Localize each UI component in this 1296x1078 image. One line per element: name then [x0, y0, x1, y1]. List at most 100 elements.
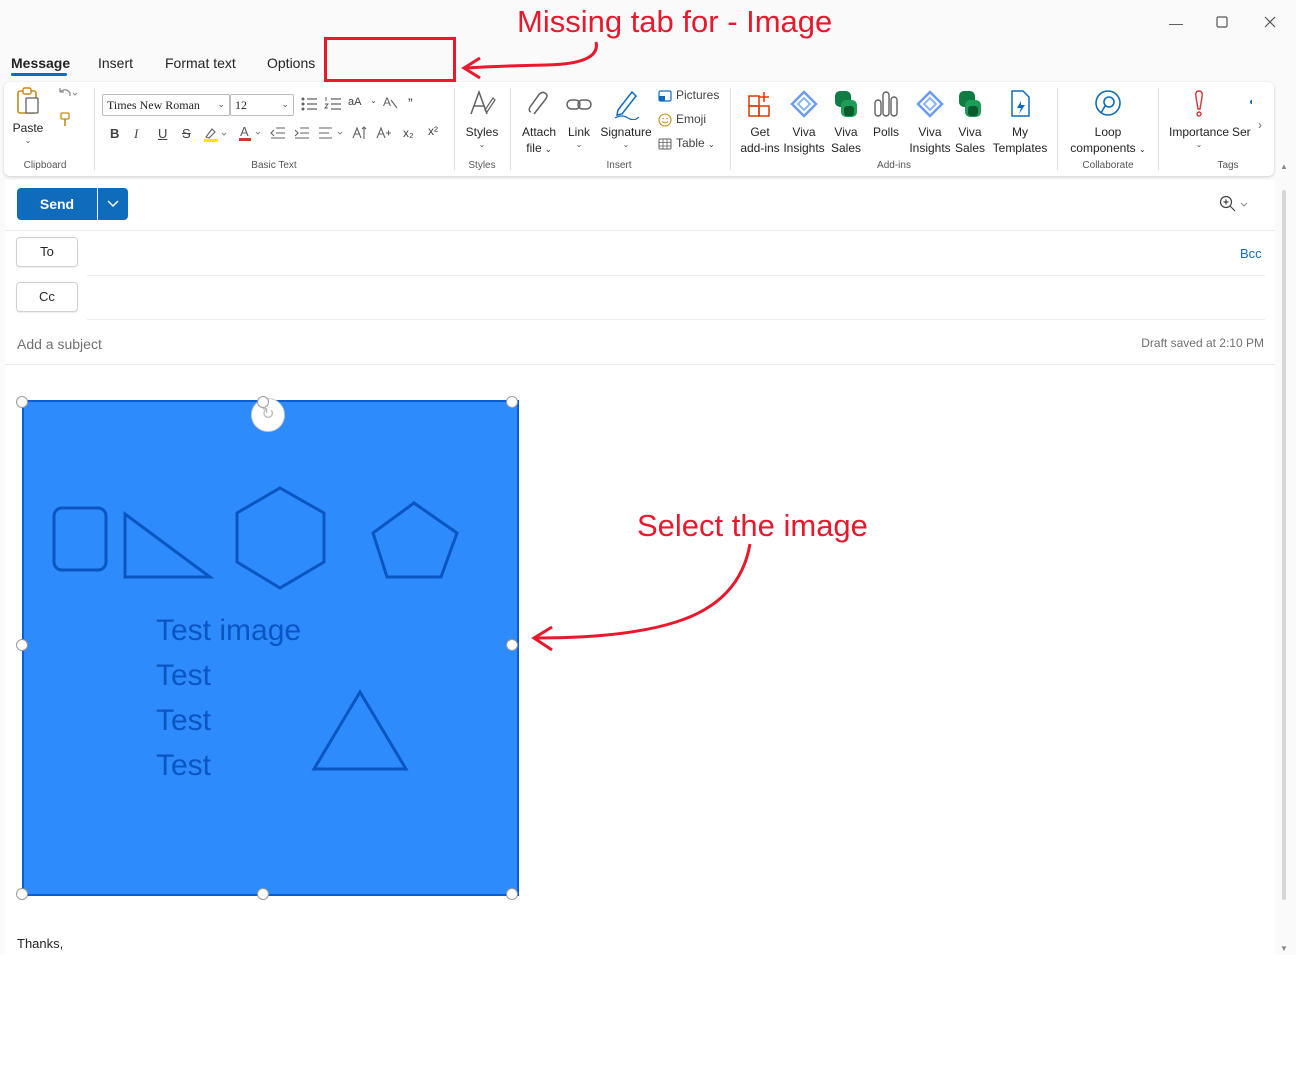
send-options-button[interactable]	[98, 188, 128, 220]
annotation-box	[324, 37, 456, 82]
resize-handle[interactable]	[506, 639, 518, 651]
chevron-down-icon: ⌄	[217, 100, 225, 110]
font-size-change-icon[interactable]: aA	[348, 96, 361, 108]
image-text-line: Test	[156, 749, 212, 782]
to-button[interactable]: To	[16, 237, 78, 267]
chevron-down-icon: ⌄	[24, 136, 32, 145]
my-templates-label-1: My	[1012, 125, 1028, 139]
tab-format-text[interactable]: Format text	[165, 55, 236, 71]
viva-sales-icon	[835, 91, 857, 117]
decrease-indent-icon[interactable]	[270, 126, 286, 143]
bullets-icon[interactable]	[300, 96, 318, 115]
ribbon-scroll-right-icon[interactable]: ›	[1258, 118, 1262, 132]
signature-button[interactable]: Signature ⌄	[598, 88, 654, 150]
font-name-dropdown[interactable]: Times New Roman ⌄	[102, 94, 230, 116]
signature-icon	[614, 90, 640, 120]
maximize-icon[interactable]	[1211, 12, 1233, 34]
viva-sales-icon	[959, 91, 981, 117]
get-addins-button[interactable]: Get add-ins	[738, 88, 782, 156]
tab-options[interactable]: Options	[267, 55, 315, 71]
styles-label: Styles	[465, 125, 499, 139]
divider	[5, 230, 1275, 231]
viva-insights-button-2[interactable]: Viva Insights	[908, 88, 952, 156]
inserted-image[interactable]: Test image Test Test Test	[22, 400, 519, 896]
align-icon[interactable]	[318, 126, 346, 143]
viva-insights-label-1: Viva	[918, 125, 942, 139]
resize-handle[interactable]	[506, 888, 518, 900]
tab-insert[interactable]: Insert	[98, 55, 133, 71]
highlight-icon[interactable]	[203, 126, 229, 145]
zoom-button[interactable]	[1219, 195, 1251, 218]
format-painter-icon[interactable]	[59, 112, 71, 131]
annotation-arrow-icon	[461, 41, 598, 80]
importance-button[interactable]: Importance ⌄	[1166, 88, 1232, 150]
attach-file-button[interactable]: Attach file ⌄	[517, 88, 561, 158]
quote-icon[interactable]: ”	[408, 95, 413, 111]
polls-button[interactable]: Polls	[868, 88, 904, 140]
viva-sales-button[interactable]: Viva Sales	[828, 88, 864, 156]
annotation-arrow-icon	[531, 543, 752, 652]
outlook-compose-window: — Message Insert Format text Options Pas…	[0, 0, 1296, 955]
bcc-link[interactable]: Bcc	[1240, 246, 1262, 261]
loop-components-button[interactable]: Loop components ⌄	[1064, 88, 1152, 158]
underline-button[interactable]: U	[158, 126, 167, 141]
tab-message[interactable]: Message	[11, 55, 70, 71]
my-templates-button[interactable]: My Templates	[990, 88, 1050, 156]
group-label-tags: Tags	[1217, 160, 1239, 171]
scrollbar-thumb[interactable]	[1282, 190, 1286, 900]
font-color-icon[interactable]: A	[238, 124, 264, 145]
paste-button[interactable]: Paste ⌄	[10, 86, 46, 146]
viva-insights-icon	[790, 90, 818, 118]
resize-handle[interactable]	[16, 888, 28, 900]
resize-handle[interactable]	[16, 396, 28, 408]
paste-label: Paste	[12, 121, 44, 135]
image-text-line: Test	[156, 659, 212, 692]
clear-formatting-icon[interactable]: A	[382, 94, 398, 113]
superscript-button[interactable]: x²	[428, 124, 438, 138]
svg-text:A: A	[383, 95, 391, 109]
zoom-icon	[1219, 195, 1248, 212]
subscript-button[interactable]: x₂	[403, 126, 414, 140]
undo-icon[interactable]	[56, 87, 78, 104]
table-button[interactable]: Table ⌄	[658, 136, 738, 150]
minimize-icon[interactable]: —	[1165, 12, 1187, 34]
scroll-down-icon[interactable]: ▼	[1280, 944, 1288, 953]
loop-label-2: components ⌄	[1070, 141, 1146, 155]
resize-handle[interactable]	[506, 396, 518, 408]
close-icon[interactable]	[1259, 12, 1281, 34]
link-button[interactable]: Link ⌄	[563, 88, 595, 150]
increase-indent-icon[interactable]	[294, 126, 310, 143]
paragraph-spacing-icon[interactable]	[376, 126, 392, 143]
strikethrough-button[interactable]: S	[182, 126, 191, 141]
viva-insights-button[interactable]: Viva Insights	[782, 88, 826, 156]
scroll-up-icon[interactable]: ▲	[1280, 162, 1288, 171]
pictures-button[interactable]: Pictures	[658, 88, 738, 102]
cc-field-underline	[87, 319, 1265, 320]
polls-label: Polls	[872, 125, 899, 139]
group-label-collaborate: Collaborate	[1082, 160, 1134, 171]
cc-button[interactable]: Cc	[16, 282, 78, 312]
italic-button[interactable]: I	[134, 126, 138, 142]
vertical-scrollbar[interactable]: ▲ ▼	[1278, 162, 1292, 955]
viva-sales-button-2[interactable]: Viva Sales	[952, 88, 988, 156]
link-icon	[566, 99, 592, 110]
sensitivity-button[interactable]: Ser	[1232, 88, 1252, 140]
subject-input[interactable]: Add a subject	[17, 336, 102, 352]
bold-button[interactable]: B	[110, 126, 119, 141]
styles-button[interactable]: Styles ⌄	[462, 88, 502, 150]
emoji-button[interactable]: Emoji	[658, 112, 738, 127]
resize-handle[interactable]	[257, 888, 269, 900]
line-spacing-icon[interactable]	[352, 126, 368, 143]
numbering-icon[interactable]	[324, 96, 342, 115]
chevron-down-icon: ⌄	[575, 140, 583, 149]
signature-label: Signature	[600, 125, 652, 139]
get-addins-icon	[748, 92, 770, 117]
resize-handle[interactable]	[257, 396, 269, 408]
viva-sales-label-1: Viva	[834, 125, 858, 139]
svg-text:A: A	[240, 124, 249, 139]
font-size-dropdown[interactable]: 12 ⌄	[230, 94, 294, 116]
sensitivity-icon	[1250, 100, 1252, 104]
send-button[interactable]: Send	[17, 188, 97, 220]
importance-icon	[1195, 90, 1203, 117]
resize-handle[interactable]	[16, 639, 28, 651]
